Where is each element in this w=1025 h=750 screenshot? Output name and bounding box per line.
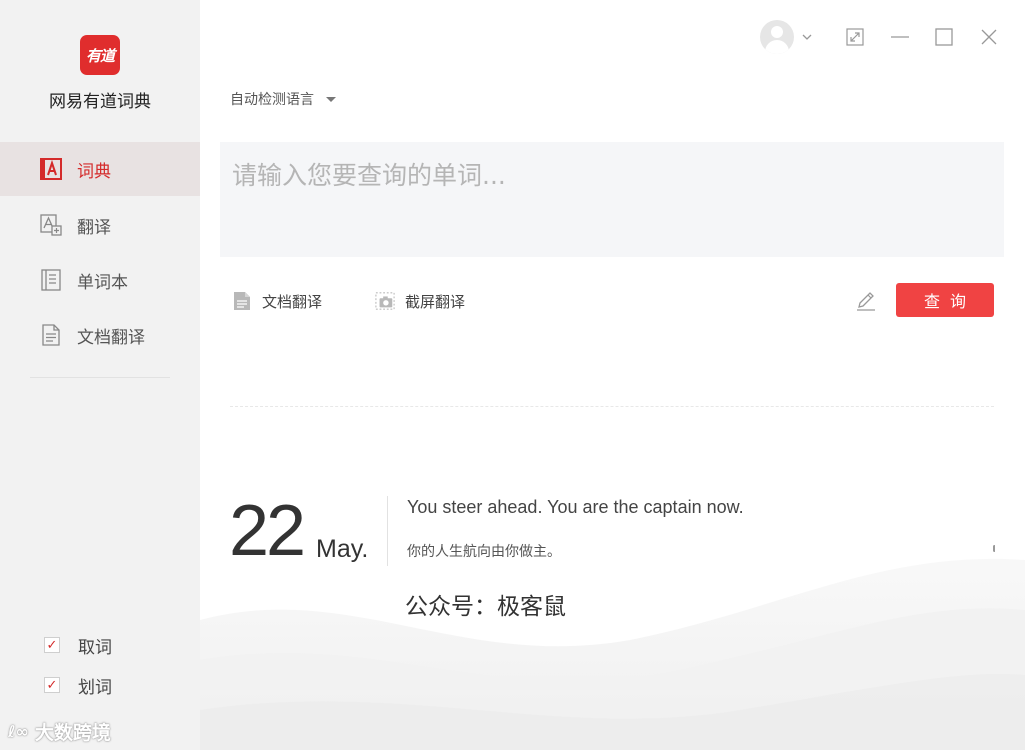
select-word-checkbox[interactable]: ✓	[44, 677, 60, 693]
mini-mode-button[interactable]	[843, 25, 867, 49]
caret-down-icon	[326, 96, 336, 102]
sidebar-item-dictionary[interactable]: 词典	[0, 142, 200, 196]
pen-icon	[857, 292, 875, 311]
sidebar-item-label: 翻译	[77, 217, 111, 238]
doc-translate-button[interactable]: 文档翻译	[232, 289, 322, 313]
avatar-head	[771, 26, 783, 38]
app-logo: 有道	[80, 35, 120, 75]
sidebar-item-wordbook[interactable]: 单词本	[0, 253, 200, 307]
watermark-logo-icon: ℓ∞	[8, 722, 29, 741]
select-word-label: 划词	[78, 677, 112, 698]
camera-icon	[375, 290, 395, 312]
screenshot-translate-button[interactable]: 截屏翻译	[375, 289, 465, 313]
chevron-down-icon	[802, 34, 812, 40]
date-divider	[387, 496, 388, 566]
minimize-button[interactable]	[888, 25, 912, 49]
user-avatar[interactable]	[760, 20, 794, 54]
handwriting-button[interactable]	[853, 288, 879, 314]
sidebar-item-label: 词典	[77, 161, 111, 182]
account-dropdown-button[interactable]	[795, 25, 819, 49]
account-caption: 公众号：极客鼠	[405, 594, 566, 620]
document-icon	[40, 324, 62, 346]
app-title: 网易有道词典	[49, 92, 151, 112]
query-button[interactable]: 查询	[896, 283, 994, 317]
language-selector[interactable]: 自动检测语言	[230, 89, 336, 109]
avatar-body	[765, 40, 789, 54]
date-month: May.	[316, 535, 369, 563]
sidebar-item-translate[interactable]: 翻译	[0, 198, 200, 252]
sidebar-divider	[30, 377, 170, 378]
maximize-icon	[935, 28, 953, 46]
sidebar-item-document-translate[interactable]: 文档翻译	[0, 308, 200, 362]
date-day: 22	[229, 491, 306, 571]
watermark-text: 大数跨境	[34, 722, 111, 744]
dashed-divider	[230, 406, 994, 407]
select-word-toggle[interactable]: ✓ 划词	[44, 674, 112, 698]
search-input[interactable]	[220, 142, 1004, 257]
dictionary-icon	[40, 158, 62, 180]
capture-word-checkbox[interactable]: ✓	[44, 637, 60, 653]
capture-word-label: 取词	[78, 637, 112, 658]
doc-translate-label: 文档翻译	[262, 292, 323, 311]
shrink-icon	[846, 28, 864, 46]
close-icon	[981, 29, 997, 45]
watermark: ℓ∞ 大数跨境	[8, 718, 111, 745]
sidebar: 有道 网易有道词典 词典 翻译 单词本 文档翻译 ✓ 取词 ✓ 划词 ℓ∞ 大数…	[0, 0, 200, 750]
language-selector-label: 自动检测语言	[230, 92, 314, 108]
wordbook-icon	[40, 269, 62, 291]
screenshot-translate-label: 截屏翻译	[405, 292, 466, 311]
daily-sentence-english: You steer ahead. You are the captain now…	[407, 497, 744, 517]
maximize-button[interactable]	[932, 25, 956, 49]
sidebar-item-label: 文档翻译	[77, 327, 145, 348]
scroll-indicator	[993, 545, 996, 552]
capture-word-toggle[interactable]: ✓ 取词	[44, 634, 112, 658]
daily-sentence-chinese: 你的人生航向由你做主。	[407, 544, 561, 560]
translate-icon	[40, 214, 62, 236]
close-button[interactable]	[977, 25, 1001, 49]
sidebar-item-label: 单词本	[77, 272, 128, 293]
minimize-icon	[891, 36, 909, 38]
document-icon	[232, 290, 252, 312]
decorative-wave	[200, 558, 1025, 750]
